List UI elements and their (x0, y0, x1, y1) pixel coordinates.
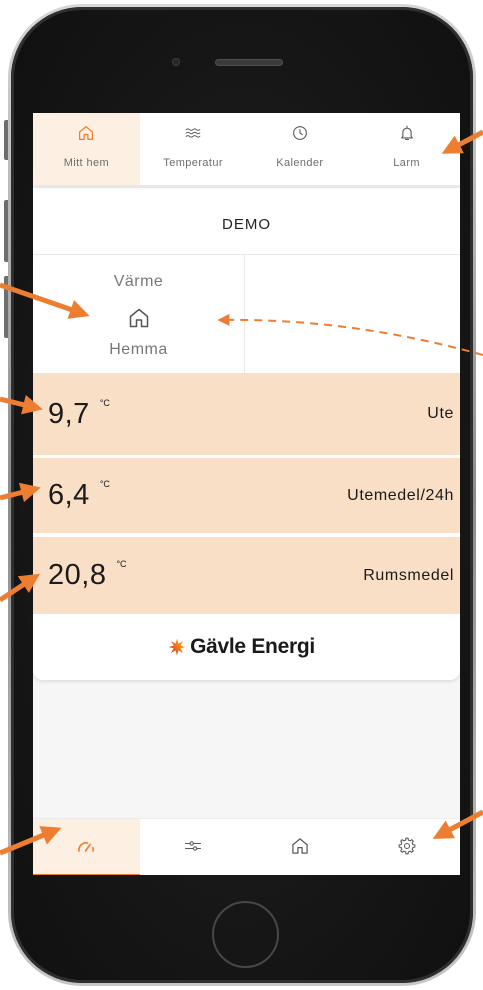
reading-value-group: 6,4 °C (48, 479, 110, 511)
reading-label: Ute (427, 405, 454, 422)
reading-unit: °C (99, 397, 110, 408)
bell-icon (398, 124, 416, 142)
home-button[interactable] (212, 901, 279, 968)
app-screen: Mitt hem Temperatur Kalender Larm DEMO V… (33, 113, 460, 875)
earpiece-speaker (215, 59, 283, 66)
reading-value: 6,4 (48, 479, 90, 511)
gear-icon (397, 836, 417, 856)
reading-row-room-average: 20,8 °C Rumsmedel (33, 537, 460, 614)
bottom-nav-bar (33, 818, 460, 875)
page: Mitt hem Temperatur Kalender Larm DEMO V… (0, 0, 483, 990)
nav-item-controls[interactable] (140, 819, 247, 875)
waves-icon (184, 124, 202, 142)
tab-label: Larm (393, 157, 420, 169)
status-tiles: Värme Hemma (33, 255, 460, 373)
tile-value: Hemma (109, 341, 168, 358)
reading-value-group: 20,8 °C (48, 559, 127, 591)
tab-label: Temperatur (163, 157, 223, 169)
home-card: DEMO Värme Hemma 9,7 °C Ute 6,4 °C Uteme… (33, 188, 460, 680)
front-camera (172, 58, 180, 66)
nav-item-home[interactable] (247, 819, 354, 875)
reading-row-outdoor: 9,7 °C Ute (33, 373, 460, 455)
tab-label: Kalender (276, 157, 324, 169)
reading-unit: °C (116, 559, 127, 569)
empty-tile (245, 255, 460, 373)
home-icon (77, 124, 95, 142)
tab-mitt-hem[interactable]: Mitt hem (33, 113, 140, 185)
reading-value-group: 9,7 °C (48, 397, 110, 430)
reading-value: 20,8 (48, 559, 107, 591)
reading-unit: °C (99, 479, 110, 489)
sunburst-logo-icon (168, 638, 186, 656)
top-tab-bar: Mitt hem Temperatur Kalender Larm (33, 113, 460, 185)
brand-name: Gävle Energi (190, 635, 315, 658)
brand-logo: Gävle Energi (33, 614, 460, 680)
clock-icon (291, 124, 309, 142)
nav-item-settings[interactable] (353, 819, 460, 875)
tab-larm[interactable]: Larm (353, 113, 460, 185)
heating-mode-tile[interactable]: Värme Hemma (33, 255, 245, 373)
nav-item-dashboard[interactable] (33, 819, 140, 875)
sliders-icon (183, 836, 203, 856)
tile-heading: Värme (113, 273, 164, 290)
reading-label: Utemedel/24h (347, 486, 454, 504)
tab-kalender[interactable]: Kalender (247, 113, 354, 185)
home-icon (290, 836, 310, 856)
reading-value: 9,7 (48, 397, 90, 430)
home-name-title: DEMO (33, 188, 460, 255)
tab-label: Mitt hem (63, 157, 110, 169)
speedometer-icon (76, 836, 96, 856)
home-icon (127, 306, 151, 330)
reading-row-outdoor-average: 6,4 °C Utemedel/24h (33, 458, 460, 533)
reading-label: Rumsmedel (363, 566, 454, 584)
tab-temperatur[interactable]: Temperatur (140, 113, 247, 185)
